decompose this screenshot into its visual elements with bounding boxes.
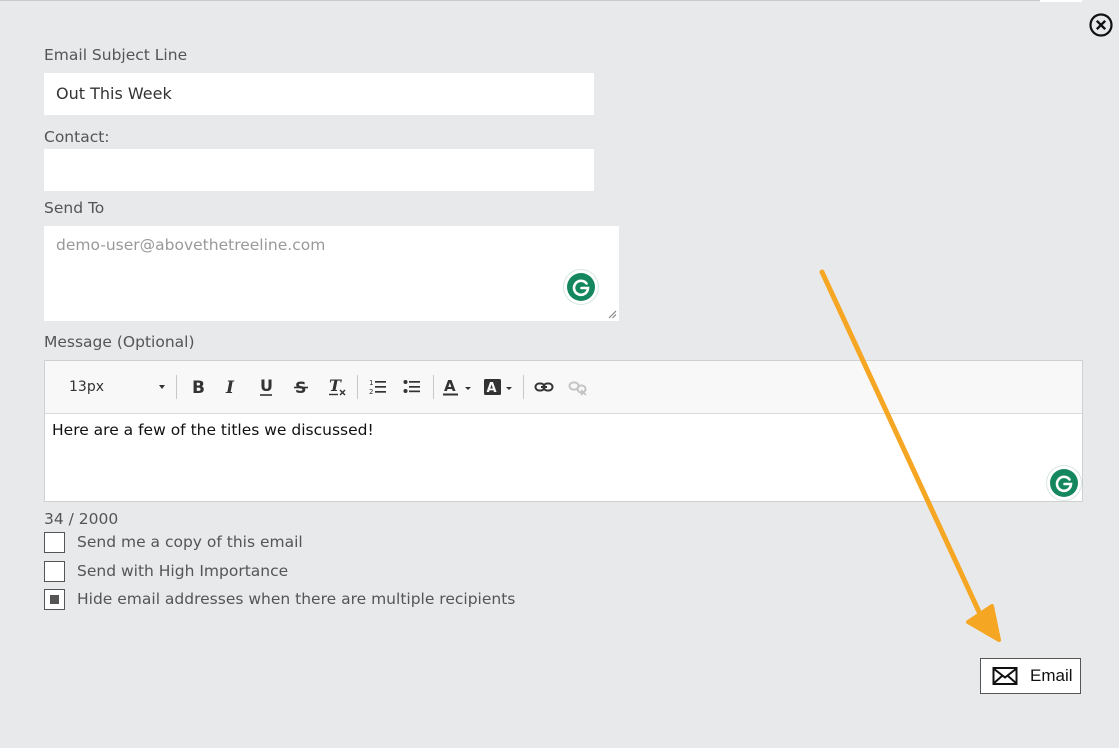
- envelope-icon: [992, 667, 1018, 685]
- email-button-label: Email: [1030, 666, 1073, 685]
- annotation-arrow: [819, 269, 1001, 642]
- email-button[interactable]: Email: [980, 658, 1081, 694]
